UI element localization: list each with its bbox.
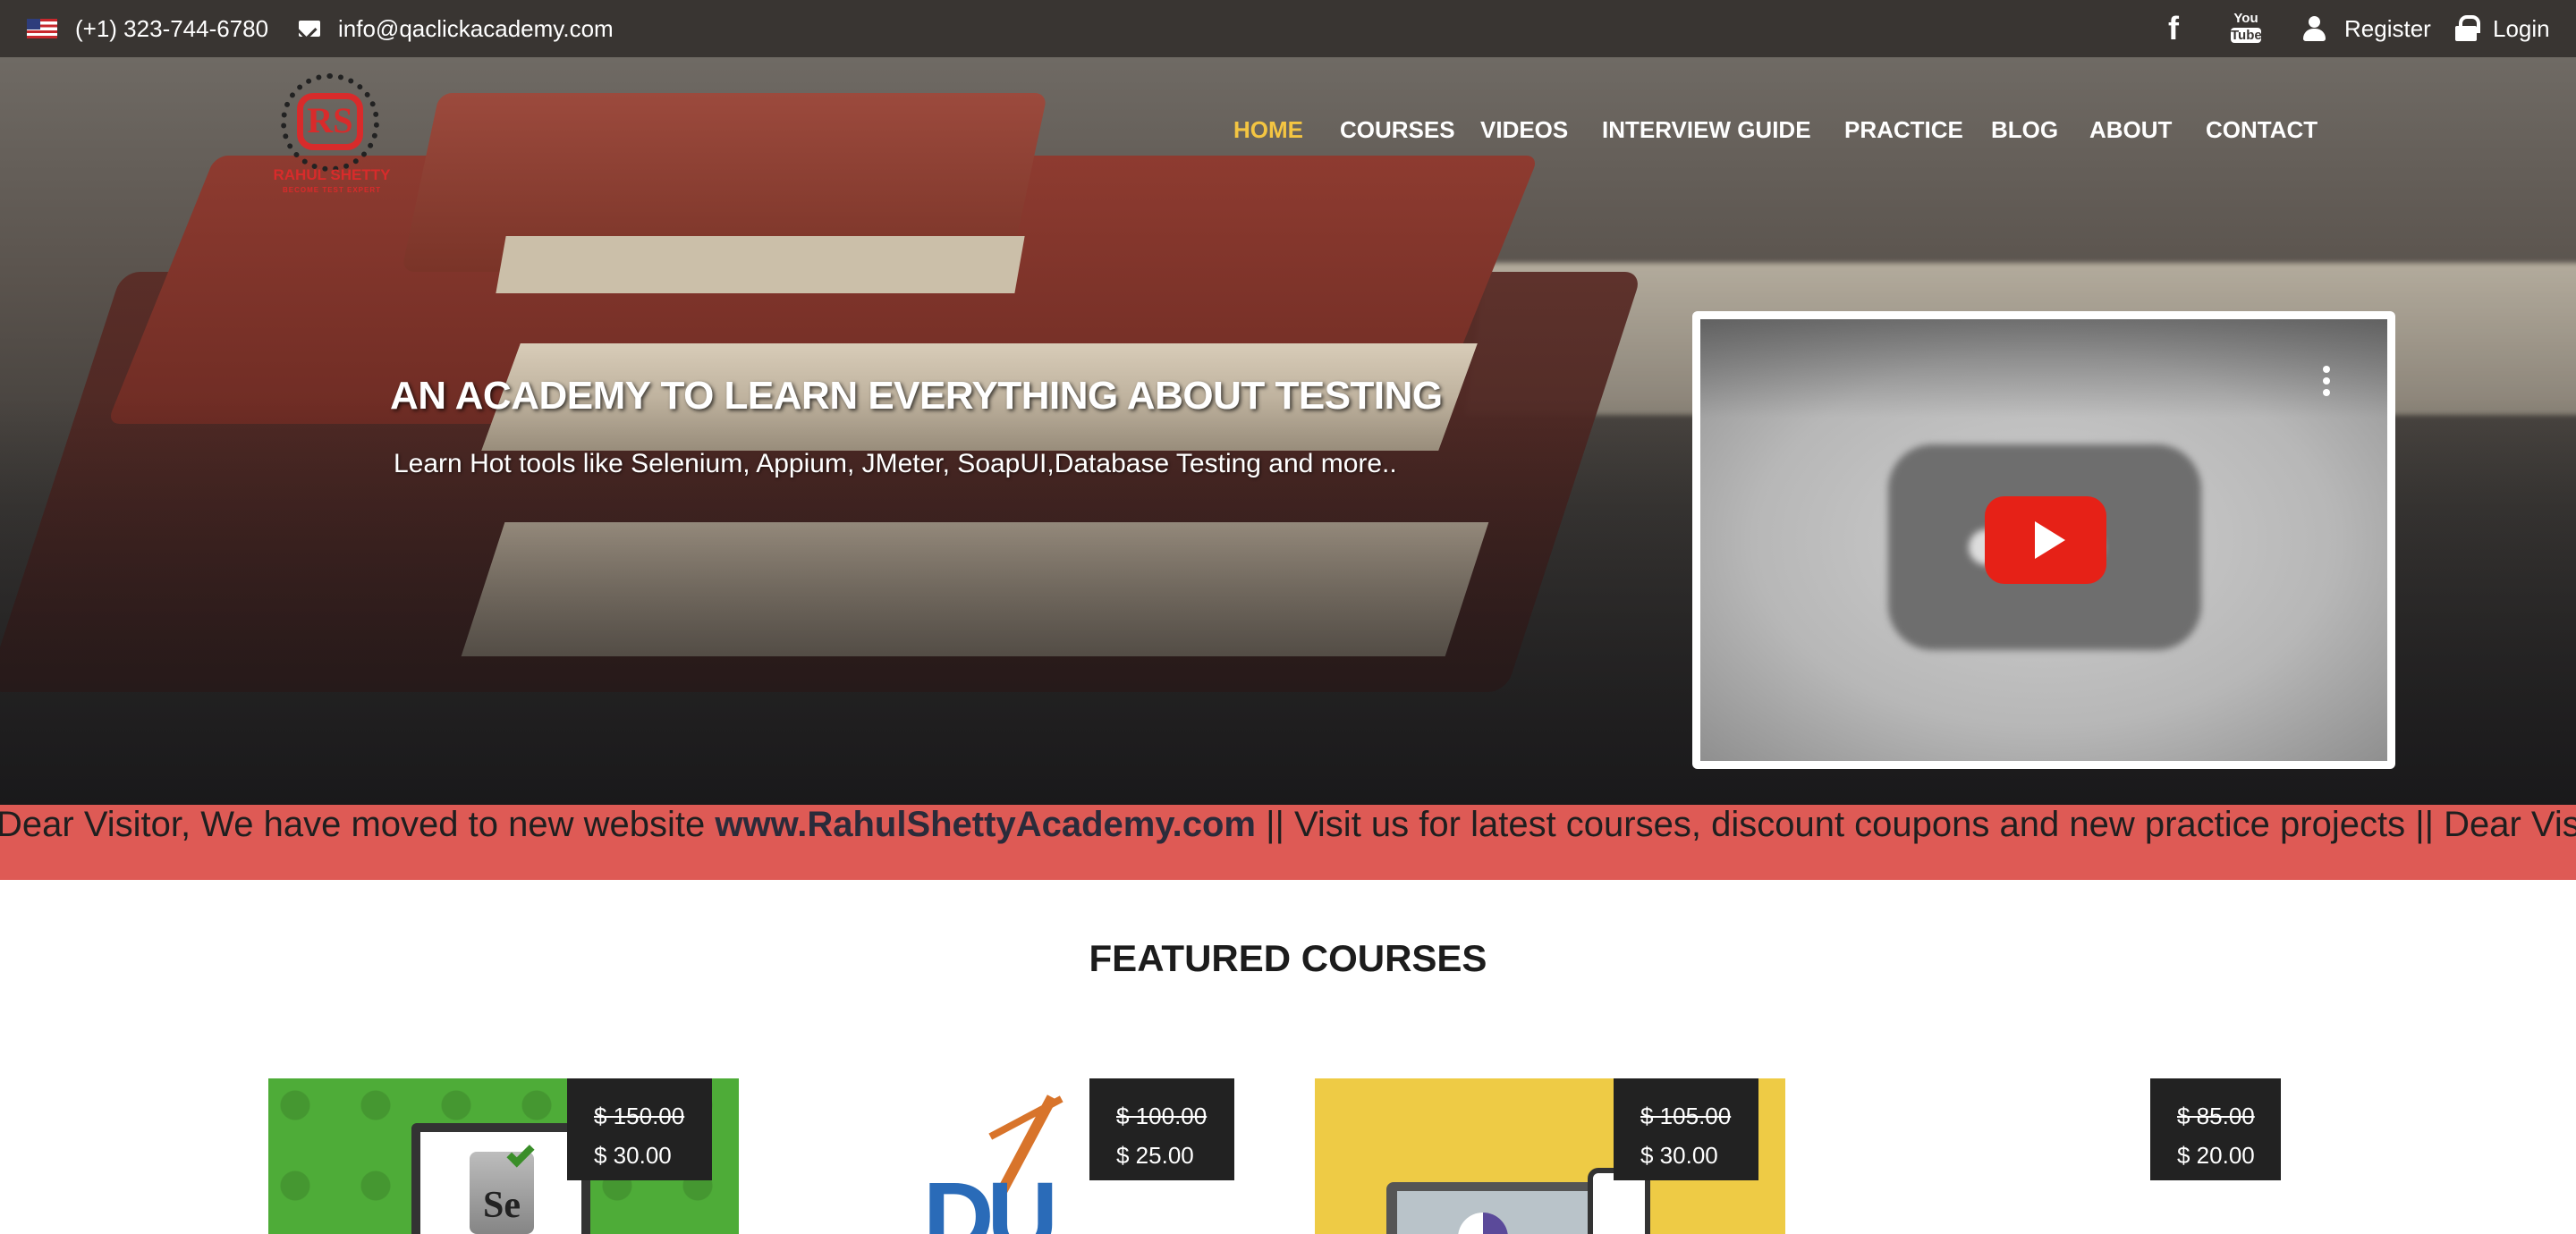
- old-price: $ 150.00: [594, 1103, 685, 1129]
- user-icon: [2301, 16, 2326, 41]
- old-price: $ 100.00: [1116, 1103, 1208, 1129]
- featured-courses-heading: FEATURED COURSES: [1089, 937, 1487, 979]
- video-top-shade: [1700, 319, 2387, 418]
- register-link[interactable]: Register: [2344, 0, 2431, 57]
- current-price: $ 30.00: [1640, 1142, 1718, 1169]
- more-options-icon[interactable]: [2323, 366, 2332, 401]
- hero-subtitle: Learn Hot tools like Selenium, Appium, J…: [394, 449, 1397, 478]
- youtube-icon-text: You: [2233, 11, 2258, 26]
- logo-text: RAHUL SHETTY: [273, 166, 391, 183]
- nav-about[interactable]: ABOUT: [2089, 116, 2172, 152]
- login-link[interactable]: Login: [2493, 0, 2550, 57]
- phone-number: (+1) 323-744-6780: [75, 14, 269, 42]
- price-tag: $ 150.00 $ 30.00: [567, 1078, 712, 1180]
- current-price: $ 25.00: [1116, 1142, 1194, 1169]
- hero-book-pages: [496, 236, 1025, 293]
- price-tag: $ 85.00 $ 20.00: [2150, 1078, 2281, 1180]
- nav-interview-guide[interactable]: INTERVIEW GUIDE: [1602, 116, 1811, 152]
- blocks-image: DU: [923, 1162, 1058, 1234]
- hero-title: AN ACADEMY TO LEARN EVERYTHING ABOUT TES…: [390, 374, 1443, 418]
- youtube-icon-text2: Tube: [2231, 28, 2262, 43]
- video-screen[interactable]: [1700, 319, 2387, 761]
- video-player[interactable]: [1692, 311, 2395, 769]
- announcement-ticker: Dear Visitor, We have moved to new websi…: [0, 805, 2576, 880]
- nav-home[interactable]: HOME: [1233, 116, 1303, 152]
- old-price: $ 85.00: [2177, 1103, 2255, 1129]
- play-button-icon[interactable]: [1985, 496, 2106, 584]
- ticker-link[interactable]: www.RahulShettyAcademy.com: [715, 805, 1256, 844]
- ticker-prefix: Dear Visitor, We have moved to new websi…: [0, 805, 716, 844]
- price-tag: $ 105.00 $ 30.00: [1614, 1078, 1758, 1180]
- facebook-icon[interactable]: f: [2168, 13, 2188, 45]
- logo-tagline: BECOME TEST EXPERT: [282, 186, 381, 194]
- nav-courses[interactable]: COURSES: [1340, 116, 1455, 152]
- nav-contact[interactable]: CONTACT: [2206, 116, 2318, 152]
- nav-practice[interactable]: PRACTICE: [1844, 116, 1963, 152]
- price-tag: $ 100.00 $ 25.00: [1089, 1078, 1234, 1180]
- envelope-icon: [299, 21, 320, 37]
- nav-videos[interactable]: VIDEOS: [1480, 116, 1568, 152]
- youtube-icon[interactable]: You Tube: [2231, 11, 2262, 46]
- email-link[interactable]: info@qaclickacademy.com: [338, 0, 614, 57]
- us-flag-icon: [27, 19, 57, 38]
- top-bar: (+1) 323-744-6780 info@qaclickacademy.co…: [0, 0, 2576, 57]
- lock-icon: [2455, 15, 2480, 42]
- logo-mark: RS: [297, 93, 363, 150]
- site-logo[interactable]: RS RAHUL SHETTY BECOME TEST EXPERT: [267, 73, 397, 204]
- nav-blog[interactable]: BLOG: [1991, 116, 2058, 152]
- selenium-icon: Se: [470, 1152, 534, 1234]
- current-price: $ 20.00: [2177, 1142, 2255, 1169]
- old-price: $ 105.00: [1640, 1103, 1732, 1129]
- current-price: $ 30.00: [594, 1142, 672, 1169]
- ticker-text: Dear Visitor, We have moved to new websi…: [0, 805, 2576, 880]
- ticker-suffix: || Visit us for latest courses, discount…: [1255, 805, 2576, 844]
